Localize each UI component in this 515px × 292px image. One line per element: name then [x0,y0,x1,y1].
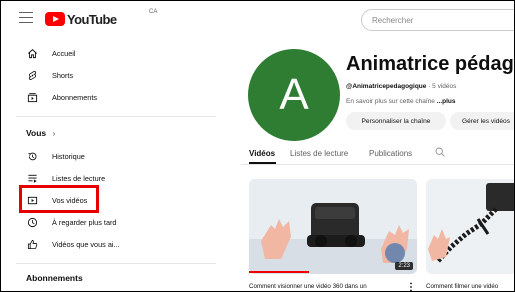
sidebar-item-label: Vidéos que vous ai... [52,239,120,249]
video-duration: 2:23 [395,262,413,270]
youtube-studio-window: YouTube CA Rechercher Accueil Shorts Abo… [0,0,515,292]
sidebar-item-label: À regarder plus tard [52,217,117,227]
sidebar-item-videos-aimees[interactable]: Vidéos que vous ai... [1,234,221,254]
channel-handle: @Animatricepedagogique [346,83,427,90]
chevron-right-icon: › [52,128,56,138]
sidebar-item-label: Listes de lecture [52,173,106,183]
sidebar-item-label: Accueil [52,48,76,58]
sidebar-section-abonnements[interactable]: Abonnements [26,273,83,283]
liked-icon [26,238,38,250]
video-title[interactable]: Comment visionner une vidéo 360 dans un [249,283,367,290]
home-icon [26,47,38,59]
youtube-play-icon [45,12,65,26]
tab-publications[interactable]: Publications [369,149,412,158]
sidebar-item-accueil[interactable]: Accueil [1,43,221,63]
sidebar-item-label: Historique [52,151,85,161]
hamburger-menu-icon[interactable] [19,12,33,24]
logo-text: YouTube [67,11,117,27]
sidebar-divider [16,116,216,117]
sidebar-item-label: Shorts [52,70,74,80]
channel-meta: @Animatricepedagogique · 5 vidéos [346,83,456,90]
section-title: Vous [26,128,47,138]
manage-videos-button[interactable]: Gérer les vidéos [450,112,514,130]
tabs-divider [241,164,514,165]
more-options-icon[interactable] [409,282,413,292]
shorts-icon [26,69,38,81]
tab-videos[interactable]: Vidéos [249,149,275,158]
sidebar-item-shorts[interactable]: Shorts [1,65,221,85]
subscriptions-icon [26,91,38,103]
video-thumbnail[interactable]: 2:23 [249,179,417,274]
sidebar-item-abonnements[interactable]: Abonnements [1,87,221,107]
sidebar-divider [16,263,216,264]
search-icon[interactable] [435,147,445,157]
sidebar-item-label: Abonnements [52,92,98,102]
channel-name: Animatrice pédagogique [346,53,514,75]
about-more-link[interactable]: ...plus [437,98,456,105]
annotation-highlight-box [19,185,99,213]
video-title[interactable]: Comment filmer une vidéo [426,283,498,290]
sidebar-item-a-regarder-plus-tard[interactable]: À regarder plus tard [1,212,221,232]
watch-later-icon [26,216,38,228]
search-input[interactable]: Rechercher [361,9,514,31]
video-thumbnail[interactable] [426,179,514,274]
youtube-logo[interactable]: YouTube CA [45,9,157,27]
tripod-thumbnail-image [426,179,514,274]
sidebar-item-historique[interactable]: Historique [1,146,221,166]
vr-headset-thumbnail-image [249,179,417,274]
channel-about[interactable]: En savoir plus sur cette chaîne ...plus [346,98,455,105]
history-icon [26,150,38,162]
region-code: CA [149,9,158,15]
video-count: · 5 vidéos [428,83,457,90]
customize-channel-button[interactable]: Personnaliser la chaîne [346,112,446,130]
about-text: En savoir plus sur cette chaîne [346,98,435,105]
tab-listes-de-lecture[interactable]: Listes de lecture [290,149,348,158]
channel-avatar[interactable]: A [248,49,340,141]
sidebar-section-vous[interactable]: Vous › [26,128,55,138]
watch-progress-bar [249,271,309,273]
playlist-icon [26,172,38,184]
